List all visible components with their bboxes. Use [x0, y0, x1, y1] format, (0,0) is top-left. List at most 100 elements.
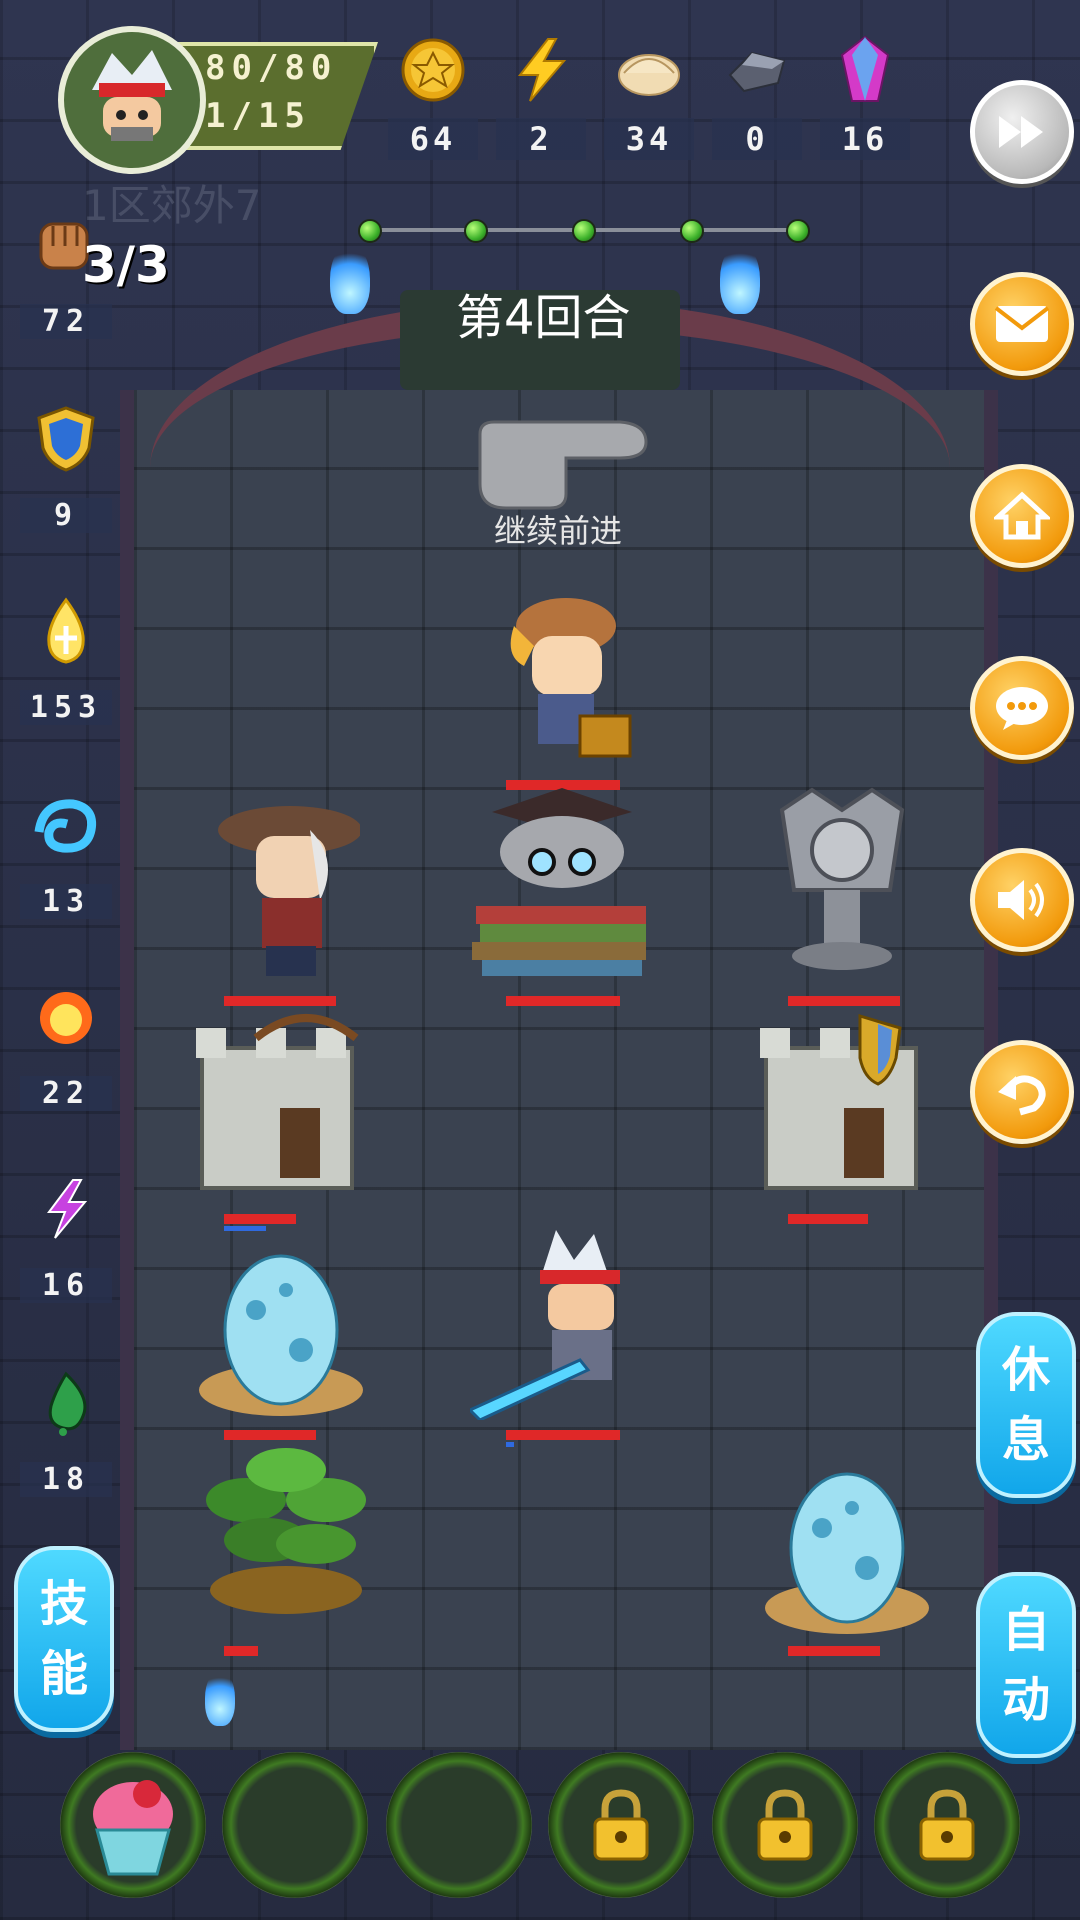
poison-drop-icon [31, 1368, 101, 1438]
enemy-hp-bar [224, 1646, 258, 1656]
holy-stat: 153 [20, 596, 112, 725]
dumpling-value: 34 [604, 118, 694, 160]
old-farmer-enemy[interactable] [210, 790, 362, 994]
hero-swordsman-icon [467, 1230, 620, 1422]
item-slot-5[interactable] [712, 1752, 858, 1898]
progress-dot [464, 219, 488, 243]
crystal-icon [829, 34, 901, 106]
player-level: 1/15 [205, 96, 311, 136]
rest-button[interactable]: 休 息 [976, 1312, 1076, 1498]
continue-pointer[interactable] [470, 414, 660, 518]
enemy-hp-bar [788, 1214, 868, 1224]
monster-egg-right[interactable] [762, 1458, 932, 1642]
blue-egg-icon [765, 1472, 929, 1634]
fast-forward-icon [999, 116, 1043, 148]
player-hero[interactable] [467, 1230, 660, 1424]
enemy-hp-bar [506, 996, 620, 1006]
mail-button[interactable] [970, 272, 1074, 376]
speaker-icon [998, 880, 1044, 920]
resource-crystal: 16 [820, 34, 910, 184]
old-farmer-icon [218, 806, 362, 976]
fast-forward-button[interactable] [970, 80, 1074, 184]
energy-value: 2 [496, 118, 586, 160]
item-slot-1[interactable] [60, 1752, 206, 1898]
lock-icon [919, 1789, 975, 1861]
attack-value: 72 [20, 304, 112, 339]
skill-button[interactable]: 技 能 [14, 1546, 114, 1732]
skill-label-1: 技 [39, 1576, 88, 1632]
progress-dot [572, 219, 596, 243]
water-wave-icon [31, 790, 101, 860]
continue-label[interactable]: 继续前进 [494, 506, 622, 552]
stage-progress [358, 219, 810, 243]
iron-value: 0 [712, 118, 802, 160]
crystal-value: 16 [820, 118, 910, 160]
progress-dot [680, 219, 704, 243]
sound-button[interactable] [970, 848, 1074, 952]
auto-button[interactable]: 自 动 [976, 1572, 1076, 1758]
energy-bolt-icon [505, 34, 577, 106]
lightning-stat: 16 [20, 1174, 112, 1303]
auto-label-1: 自 [1001, 1602, 1050, 1658]
scholar-icon [472, 788, 646, 976]
blue-torch-right-icon [720, 244, 760, 314]
dumpling-icon [613, 34, 685, 106]
leafy-plant-icon [206, 1448, 366, 1614]
monster-egg-left[interactable] [196, 1240, 366, 1424]
cupcake-icon [93, 1780, 173, 1876]
plant-enemy[interactable] [196, 1440, 386, 1624]
fire-stat: 22 [20, 982, 112, 1111]
enemy-mp-bar [224, 1226, 266, 1231]
pointing-hand-icon [478, 420, 648, 510]
defense-stat: 9 [20, 404, 112, 533]
player-mp-bar [506, 1442, 514, 1447]
chat-button[interactable] [970, 656, 1074, 760]
fire-value: 22 [20, 1076, 112, 1111]
item-slot-4[interactable] [548, 1752, 694, 1898]
rest-label-2: 息 [1001, 1412, 1050, 1468]
enemy-hp-bar [224, 1430, 316, 1440]
shield-tower-icon [760, 1013, 918, 1190]
holy-value: 153 [20, 690, 112, 725]
item-slot-6[interactable] [874, 1752, 1020, 1898]
holy-flame-icon [31, 596, 101, 666]
fire-burst-icon [31, 982, 101, 1052]
enemy-hp-bar [788, 1646, 880, 1656]
home-button[interactable] [970, 464, 1074, 568]
auto-label-2: 动 [1001, 1672, 1050, 1728]
skill-label-2: 能 [39, 1646, 88, 1702]
lightning-value: 16 [20, 1268, 112, 1303]
round-label: 第4回合 [456, 290, 631, 346]
blue-torch-bottom-icon [205, 1670, 235, 1726]
water-value: 13 [20, 884, 112, 919]
crossbow-tower-enemy[interactable] [186, 998, 376, 1202]
scholar-enemy[interactable] [472, 782, 652, 986]
resource-gold: 64 [388, 34, 478, 184]
gold-value: 64 [388, 118, 478, 160]
resource-dumpling: 34 [604, 34, 694, 184]
water-stat: 13 [20, 790, 112, 919]
attack-charges: 3/3 [82, 236, 170, 294]
shield-icon [31, 404, 101, 474]
defense-value: 9 [20, 498, 112, 533]
item-slot-3[interactable] [386, 1752, 532, 1898]
home-icon [994, 491, 1050, 540]
gold-coin-icon [397, 34, 469, 106]
rest-label-1: 休 [1001, 1342, 1050, 1398]
item-slot-2[interactable] [222, 1752, 368, 1898]
player-avatar[interactable] [58, 26, 206, 174]
blue-egg-icon [199, 1254, 363, 1416]
lightning-icon [31, 1174, 101, 1244]
poison-value: 18 [20, 1462, 112, 1497]
chat-bubble-icon [996, 687, 1048, 730]
back-button[interactable] [970, 1040, 1074, 1144]
gargoyle-statue-enemy[interactable] [762, 780, 922, 984]
hero-portrait-icon [92, 50, 172, 141]
treasure-hunter-enemy[interactable] [494, 586, 644, 770]
poison-stat: 18 [20, 1368, 112, 1497]
resource-iron: 0 [712, 34, 802, 184]
progress-dot [786, 219, 810, 243]
shield-tower-enemy[interactable] [750, 998, 940, 1202]
progress-dot [358, 219, 382, 243]
treasure-hunter-icon [510, 598, 632, 758]
